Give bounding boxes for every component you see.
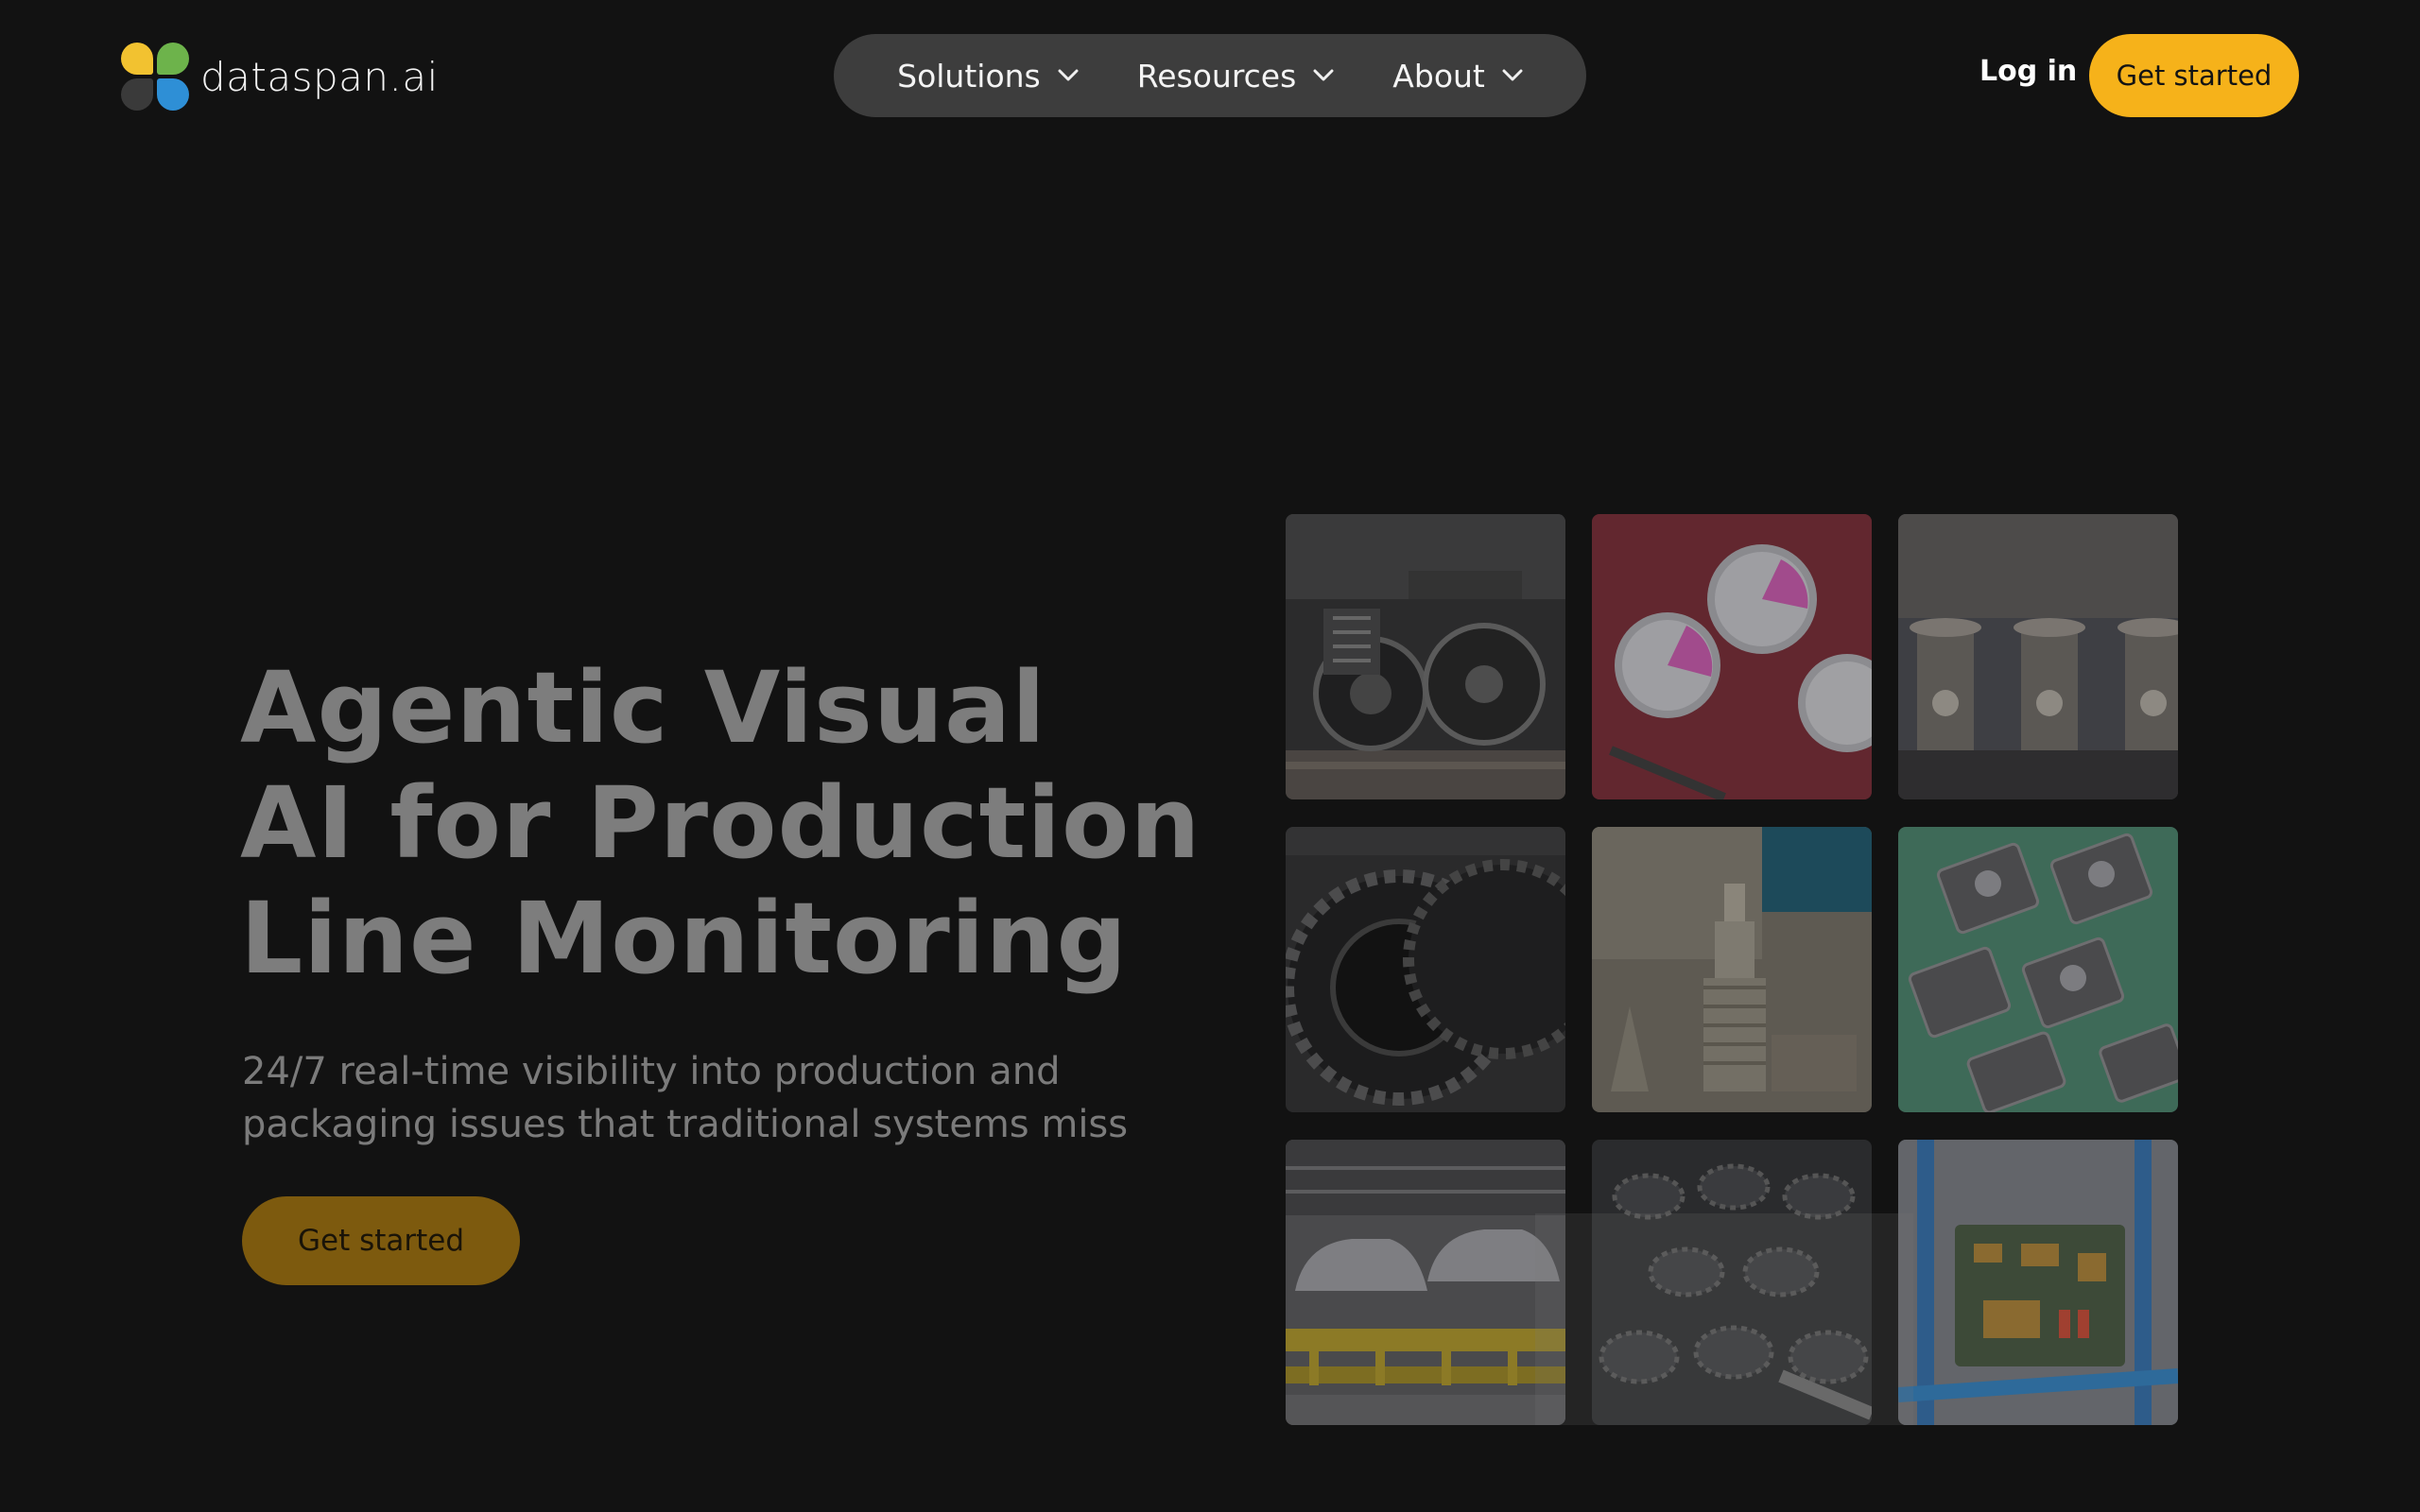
gallery-tile-valve-fittings [1898, 514, 2178, 799]
stacked-gears-image [1592, 827, 1872, 1112]
hero-title-line-2: AI for Production [240, 765, 1201, 881]
gallery-tile-robot-circuit-board [1898, 1140, 2178, 1425]
gallery-tile-black-gear-rollers [1592, 1140, 1872, 1425]
get-started-button-header[interactable]: Get started [2089, 34, 2299, 117]
car-assembly-line-image [1286, 1140, 1565, 1425]
black-gear-rollers-image [1592, 1140, 1872, 1425]
gallery-tile-tractor-tires [1286, 827, 1565, 1112]
hero-title-line-3: Line Monitoring [240, 881, 1128, 996]
valve-fittings-image [1898, 514, 2178, 799]
nav-label-about: About [1392, 57, 1485, 94]
gallery-tile-train-wheel [1286, 514, 1565, 799]
gallery-tile-car-assembly-line [1286, 1140, 1565, 1425]
brand-logo[interactable]: dataspan.ai [121, 43, 439, 111]
hero-title: Agentic Visual AI for Production Line Mo… [240, 650, 1204, 996]
chevron-down-icon [1058, 69, 1079, 81]
hero-title-line-1: Agentic Visual [240, 650, 1046, 765]
gallery-tile-music-box-mechanisms [1898, 827, 2178, 1112]
login-link[interactable]: Log in [1979, 55, 2077, 88]
gallery-tile-pcb-capacitors [1592, 514, 1872, 799]
nav-item-resources[interactable]: Resources [1137, 58, 1335, 94]
nav-item-solutions[interactable]: Solutions [897, 58, 1079, 94]
hero-subtitle-line-2: packaging issues that traditional system… [242, 1103, 1129, 1146]
site-header: dataspan.ai Solutions Resources About Lo… [0, 0, 2420, 151]
tractor-tires-image [1286, 827, 1565, 1112]
hero-subtitle-line-1: 24/7 real-time visibility into productio… [242, 1050, 1061, 1093]
hero-subtitle: 24/7 real-time visibility into productio… [242, 1045, 1187, 1151]
chevron-down-icon [1502, 69, 1523, 81]
robot-circuit-board-image [1898, 1140, 2178, 1425]
get-started-button-hero[interactable]: Get started [242, 1196, 520, 1285]
train-wheel-image [1286, 514, 1565, 799]
brand-name: dataspan.ai [200, 53, 439, 100]
gallery-tile-stacked-gears [1592, 827, 1872, 1112]
main-nav: Solutions Resources About [834, 34, 1586, 117]
chevron-down-icon [1313, 69, 1334, 81]
nav-label-resources: Resources [1136, 57, 1297, 94]
nav-label-solutions: Solutions [897, 57, 1041, 94]
music-box-mechanisms-image [1898, 827, 2178, 1112]
logo-mark-icon [121, 43, 189, 111]
pcb-capacitors-image [1592, 514, 1872, 799]
industrial-image-gallery [1286, 514, 2178, 1425]
nav-item-about[interactable]: About [1392, 58, 1523, 94]
